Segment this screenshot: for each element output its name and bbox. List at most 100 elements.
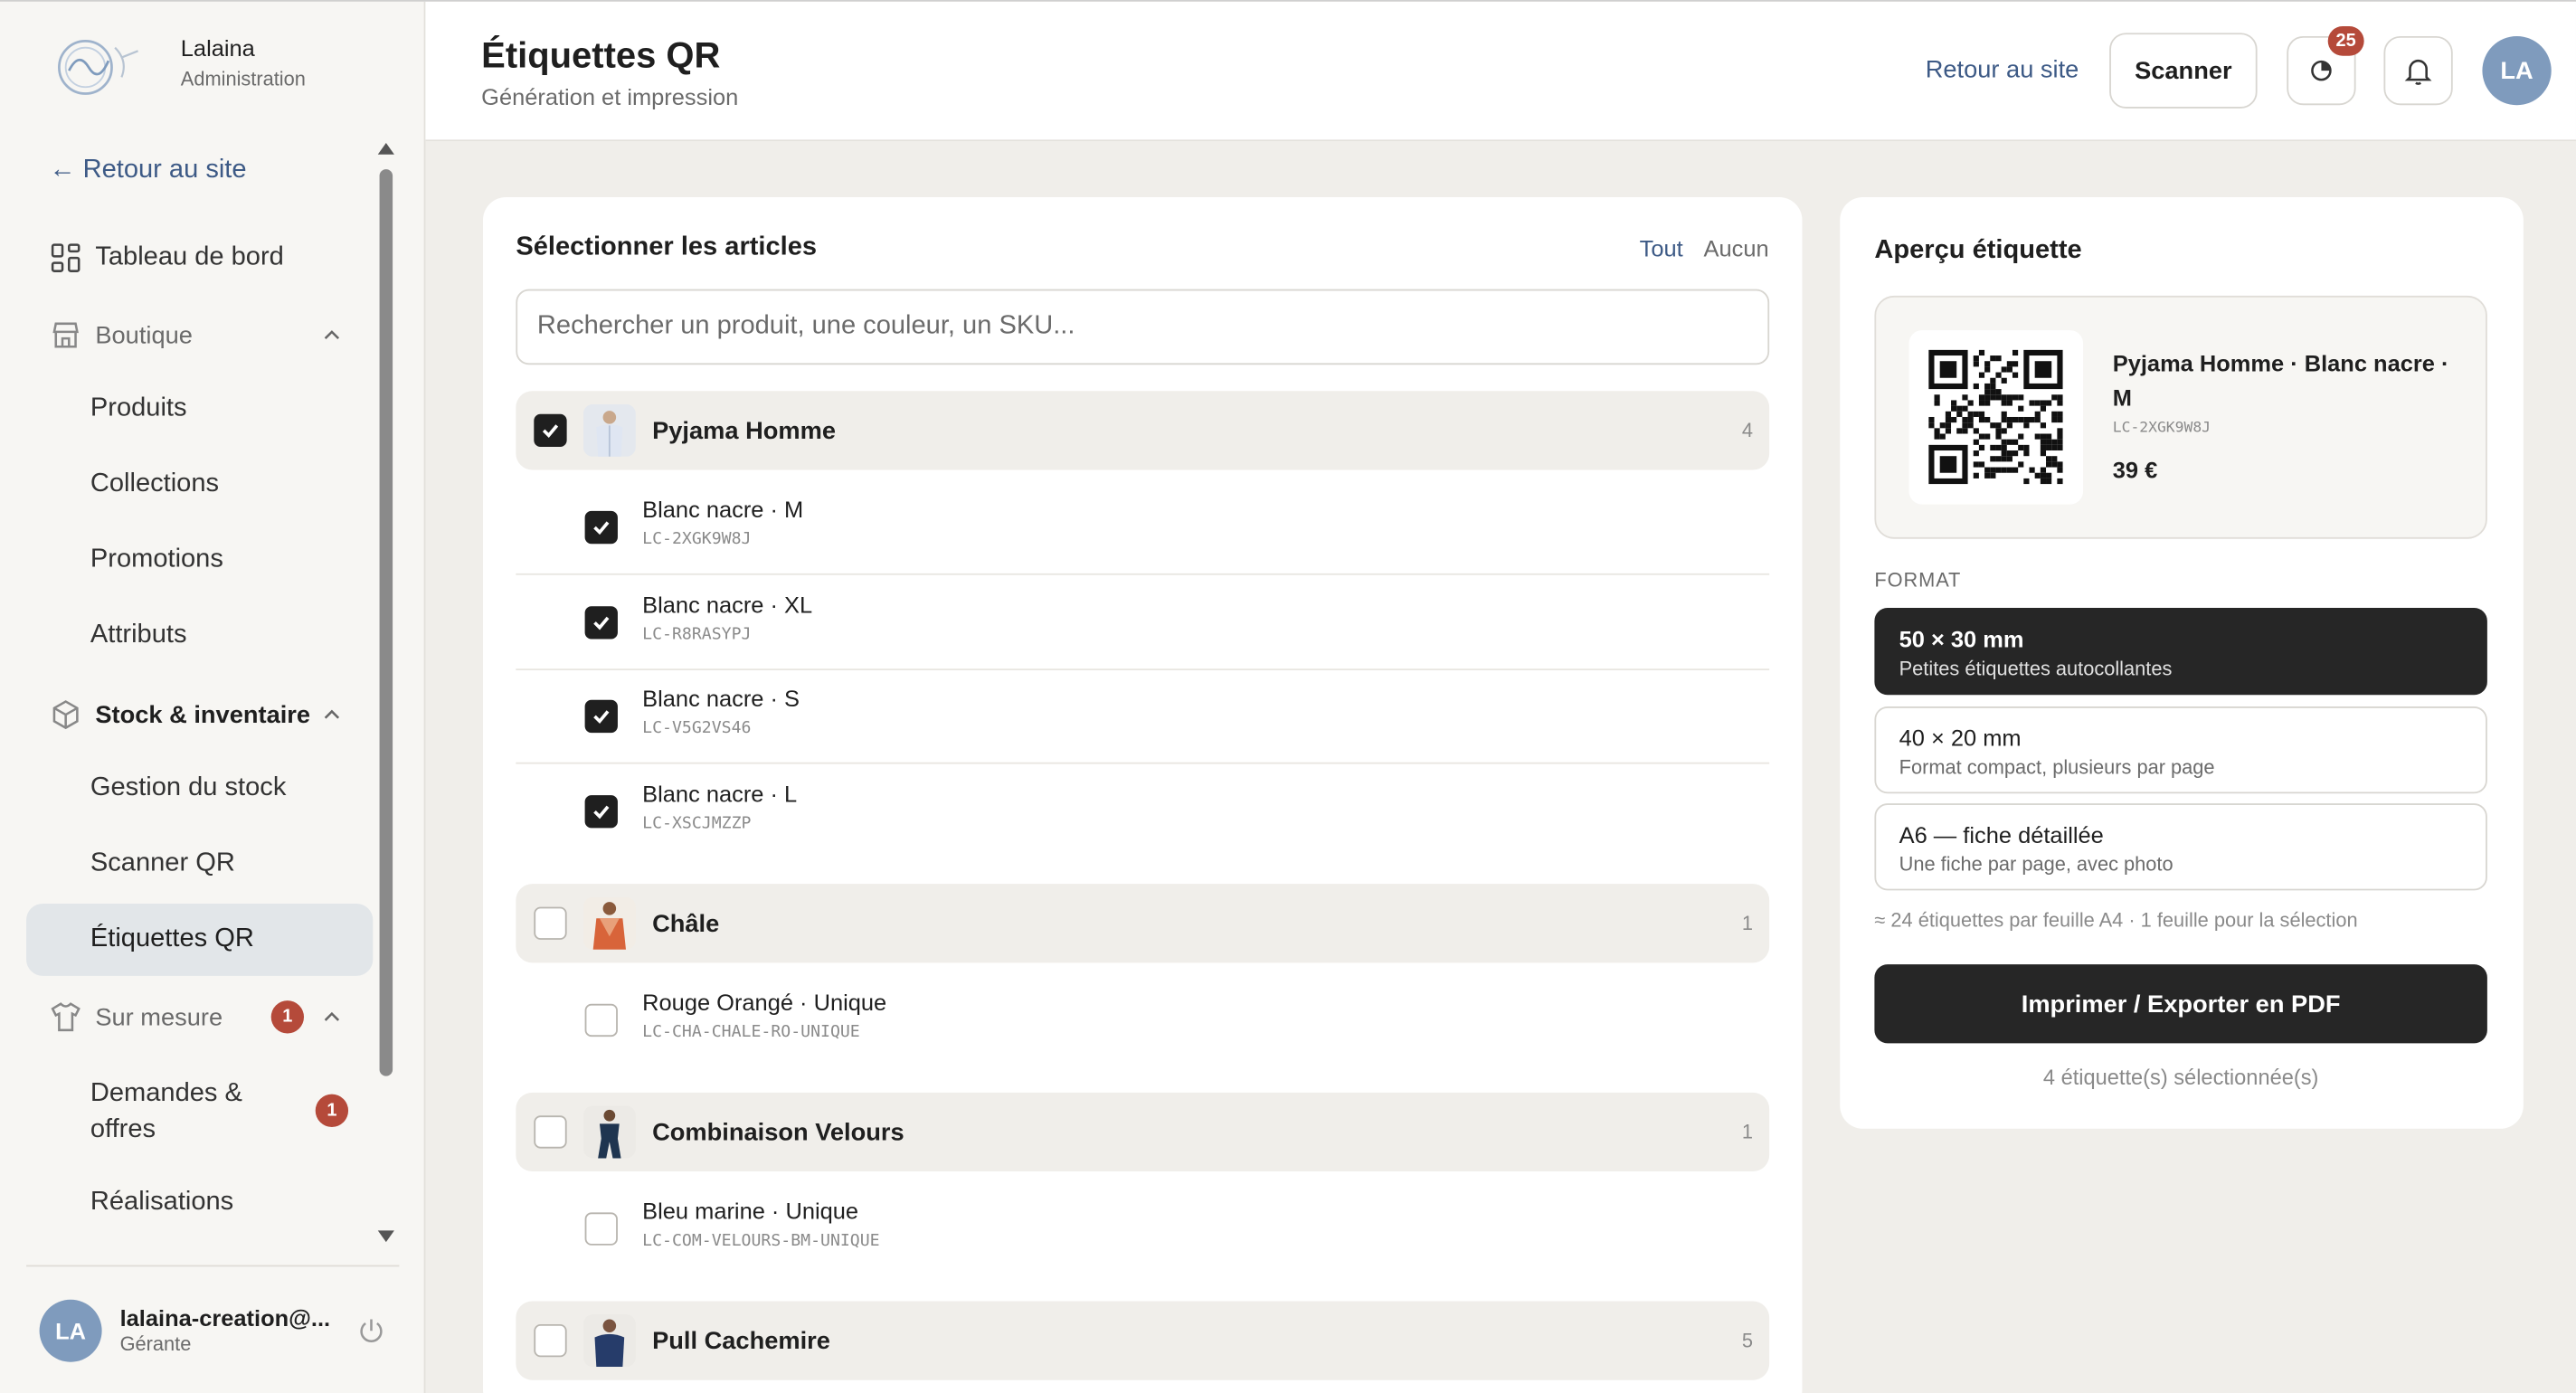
product-checkbox[interactable] [534,1323,567,1358]
variant-sku: LC-2XGK9W8J [642,530,752,549]
search-input[interactable] [516,289,1770,365]
check-icon [593,616,610,630]
selection-title: Sélectionner les articles [516,232,818,261]
product-row[interactable]: Pyjama Homme 4 [516,391,1770,470]
product-name: Pull Cachemire [652,1327,830,1356]
variant-checkbox[interactable] [584,795,618,829]
check-icon [593,710,610,725]
product-thumbnail [582,1105,636,1159]
sidebar-back-link[interactable]: ← Retour au site [49,156,246,186]
sidebar-scrollbar[interactable] [374,143,397,1247]
select-all-link[interactable]: Tout [1640,235,1683,261]
brand[interactable]: Lalaina Administration [52,32,306,104]
sidebar-divider [26,1265,400,1267]
brand-subtitle: Administration [180,67,306,90]
variant-row[interactable]: Blanc nacre · L LC-XSCJMZZP [516,765,1769,859]
check-icon [593,521,610,535]
print-export-button[interactable]: Imprimer / Exporter en PDF [1874,964,2487,1044]
product-checkbox[interactable] [534,906,567,940]
format-description: Petites étiquettes autocollantes [1899,657,2173,680]
power-icon[interactable] [356,1316,386,1346]
sidebar-item-dashboard[interactable]: Tableau de bord [49,242,284,274]
header-avatar[interactable]: LA [2482,35,2552,106]
product-thumbnail [582,896,636,950]
sidebar-item-etiquettes-qr[interactable]: Étiquettes QR [90,925,254,955]
variant-sku: LC-XSCJMZZP [642,814,752,833]
label-sku: LC-2XGK9W8J [2112,420,2211,438]
user-avatar[interactable]: LA [39,1299,102,1362]
variant-row[interactable]: Rouge Orangé · Unique LC-CHA-CHALE-RO-UN… [516,974,1769,1068]
sidebar-group-stock[interactable]: Stock & inventaire [49,698,310,731]
sidebar: Lalaina Administration ← Retour au site … [0,1,426,1393]
sidebar-item-scanner-qr[interactable]: Scanner QR [90,849,235,879]
select-none-link[interactable]: Aucun [1704,235,1769,261]
sidebar-item-realisations[interactable]: Réalisations [90,1188,233,1218]
shirt-icon [49,1000,81,1033]
page-title: Étiquettes QR [481,34,721,76]
chevron-up-icon[interactable] [322,1007,342,1027]
variant-name: Blanc nacre · L [642,780,798,807]
product-count: 4 [1741,419,1753,442]
product-row[interactable]: Châle 1 [516,884,1770,963]
variant-checkbox[interactable] [584,606,618,640]
sidebar-item-produits[interactable]: Produits [90,394,187,424]
variant-checkbox[interactable] [584,1003,618,1038]
format-title: 50 × 30 mm [1899,626,2024,653]
sidebar-group-label: Boutique [95,321,193,349]
format-title: A6 — fiche détaillée [1899,821,2104,848]
variant-sku: LC-V5G2VS46 [642,719,752,738]
product-row[interactable]: Pull Cachemire 5 [516,1301,1770,1380]
sidebar-item-attributs[interactable]: Attributs [90,621,187,651]
variant-checkbox[interactable] [584,1212,618,1246]
variant-row[interactable]: Blanc nacre · M LC-2XGK9W8J [516,481,1770,575]
check-icon [542,424,559,439]
format-option[interactable]: 40 × 20 mm Format compact, plusieurs par… [1874,706,2487,794]
scroll-thumb[interactable] [379,169,393,1076]
sidebar-group-label: Sur mesure [95,1002,223,1031]
sidebar-item-promotions[interactable]: Promotions [90,545,223,575]
qr-code-icon [1908,330,2084,505]
sidebar-item-collections[interactable]: Collections [90,469,219,499]
top-header: Étiquettes QR Génération et impression R… [425,1,2576,142]
store-icon [49,318,81,351]
variant-checkbox[interactable] [584,699,618,734]
product-count: 1 [1741,1120,1753,1144]
variant-row[interactable]: Blanc nacre · XL LC-R8RASYPJ [516,577,1770,671]
format-option[interactable]: 50 × 30 mm Petites étiquettes autocollan… [1874,608,2487,696]
sidebar-item-label: Tableau de bord [95,242,284,271]
sidebar-group-boutique[interactable]: Boutique [49,318,193,351]
product-name: Pyjama Homme [652,417,836,446]
product-thumbnail [582,403,636,457]
variant-name: Blanc nacre · S [642,685,800,712]
scroll-down-arrow-icon[interactable] [377,1230,394,1243]
variant-checkbox[interactable] [584,510,618,545]
product-checkbox[interactable] [534,413,567,448]
header-back-link[interactable]: Retour au site [1926,56,2079,84]
variant-name: Rouge Orangé · Unique [642,989,887,1016]
scan-button[interactable]: Scanner [2109,33,2258,109]
sidebar-item-demandes[interactable]: Demandes & offres [90,1076,288,1149]
scroll-up-arrow-icon[interactable] [377,143,394,155]
format-option[interactable]: A6 — fiche détaillée Une fiche par page,… [1874,803,2487,891]
label-price: 39 € [2112,456,2158,483]
product-name: Châle [652,910,720,939]
variant-sku: LC-R8RASYPJ [642,626,752,644]
variant-sku: LC-COM-VELOURS-BM-UNIQUE [642,1232,880,1251]
product-count: 5 [1741,1329,1753,1352]
sidebar-item-gestion-stock[interactable]: Gestion du stock [90,773,286,803]
sidebar-group-sur-mesure[interactable]: Sur mesure [49,1000,223,1033]
format-description: Une fiche par page, avec photo [1899,852,2174,877]
notifications-button[interactable] [2383,35,2453,106]
box-icon [49,698,81,731]
user-role: Gérante [119,1332,192,1356]
preview-card: Aperçu étiquette Pyjama Homme · Blanc na… [1840,196,2524,1129]
chevron-up-icon[interactable] [322,705,342,725]
variant-name: Blanc nacre · M [642,496,804,523]
product-checkbox[interactable] [534,1115,567,1149]
variant-row[interactable]: Blanc nacre · S LC-V5G2VS46 [516,670,1770,764]
format-title: 40 × 20 mm [1899,724,2022,752]
chevron-up-icon[interactable] [322,326,342,346]
product-row[interactable]: Combinaison Velours 1 [516,1092,1770,1172]
selected-count: 4 étiquette(s) sélectionnée(s) [2042,1064,2319,1090]
variant-row[interactable]: Bleu marine · Unique LC-COM-VELOURS-BM-U… [516,1183,1769,1277]
